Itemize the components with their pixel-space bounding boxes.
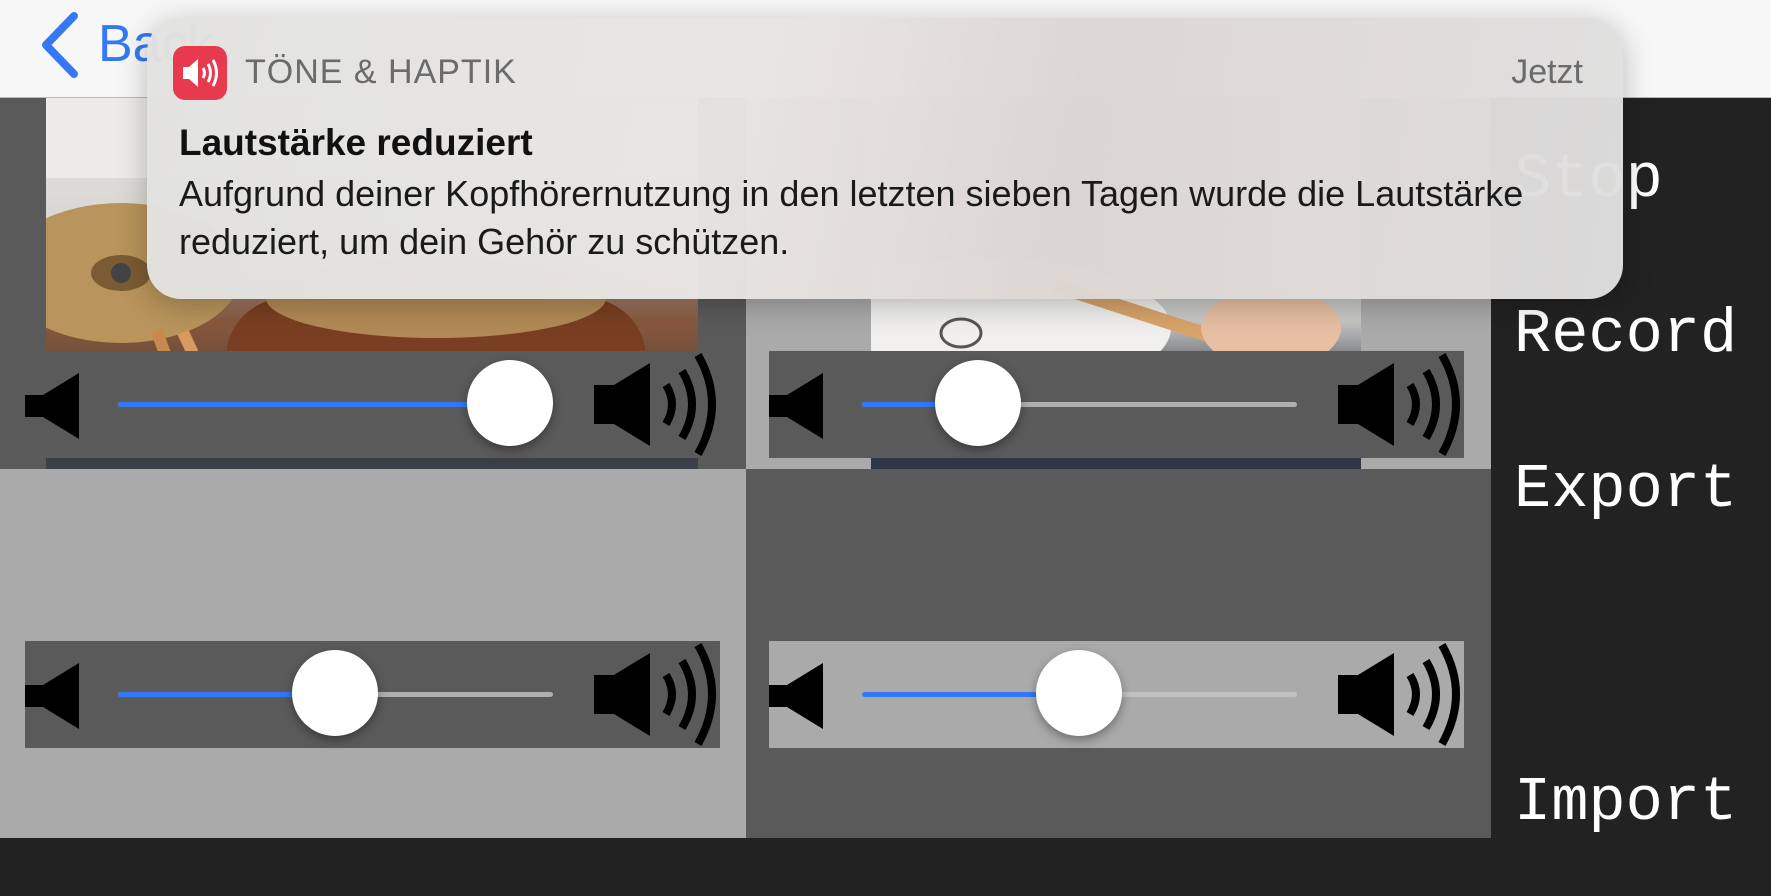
speaker-wave-icon [173, 46, 227, 100]
speaker-low-icon [25, 373, 79, 439]
import-button[interactable]: Import [1514, 768, 1737, 838]
speaker-low-icon [769, 663, 823, 729]
speaker-high-icon [594, 353, 716, 456]
slider-track-min[interactable] [118, 402, 510, 407]
chevron-left-icon[interactable] [40, 10, 90, 80]
speaker-high-icon [1338, 643, 1460, 746]
volume-slider-track-4 [769, 641, 1464, 748]
notification-banner[interactable]: TÖNE & HAPTIK Jetzt Lautstärke reduziert… [147, 18, 1623, 299]
export-button[interactable]: Export [1514, 455, 1737, 525]
volume-slider-track-3 [25, 641, 720, 748]
volume-slider-track-1 [25, 351, 720, 458]
notification-body: Aufgrund deiner Kopfhörernutzung in den … [179, 173, 1524, 262]
notification-title: Lautstärke reduziert [179, 122, 533, 163]
record-button[interactable]: Record [1514, 300, 1737, 370]
slider-thumb[interactable] [467, 360, 553, 446]
slider-thumb[interactable] [1036, 650, 1122, 736]
slider-thumb[interactable] [292, 650, 378, 736]
notification-app-name: TÖNE & HAPTIK [245, 53, 517, 91]
speaker-high-icon [594, 643, 716, 746]
notification-time: Jetzt [1511, 53, 1583, 91]
speaker-low-icon [25, 663, 79, 729]
speaker-low-icon [769, 373, 823, 439]
slider-thumb[interactable] [935, 360, 1021, 446]
speaker-high-icon [1338, 353, 1460, 456]
volume-slider-track-2 [769, 351, 1464, 458]
bottom-bar [0, 838, 1771, 896]
